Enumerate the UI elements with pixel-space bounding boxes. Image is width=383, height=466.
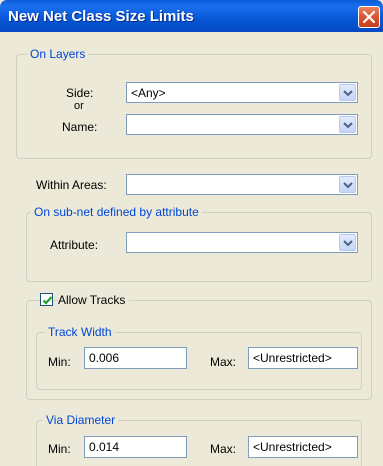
track-min-value: 0.006 [89, 351, 120, 365]
attribute-label: Attribute: [50, 238, 99, 252]
chevron-down-icon [343, 182, 353, 189]
side-dropdown-button[interactable] [339, 84, 356, 101]
side-select-value: <Any> [131, 86, 166, 100]
dialog-body: On Layers Side: or Name: <Any> Within Ar… [0, 32, 383, 466]
title-bar: New Net Class Size Limits [0, 0, 383, 32]
track-max-label: Max: [210, 355, 237, 369]
track-max-value: <Unrestricted> [253, 351, 332, 365]
on-layers-title: On Layers [27, 47, 89, 61]
track-width-title: Track Width [45, 325, 115, 339]
side-label: Side: [66, 86, 94, 100]
via-max-label: Max: [210, 442, 237, 456]
name-select[interactable] [126, 114, 358, 135]
chevron-down-icon [343, 90, 353, 97]
track-min-label: Min: [48, 355, 71, 369]
via-max-value: <Unrestricted> [253, 440, 332, 454]
allow-tracks-checkbox[interactable] [40, 293, 53, 306]
via-max-input[interactable]: <Unrestricted> [248, 436, 358, 458]
within-areas-dropdown-button[interactable] [339, 176, 356, 193]
via-min-value: 0.014 [89, 440, 120, 454]
track-min-input[interactable]: 0.006 [84, 347, 187, 369]
window-title: New Net Class Size Limits [8, 8, 194, 25]
close-button[interactable] [358, 6, 380, 28]
name-label: Name: [62, 120, 98, 134]
attribute-select[interactable] [126, 232, 358, 253]
via-min-input[interactable]: 0.014 [84, 436, 187, 458]
sub-net-title: On sub-net defined by attribute [31, 205, 202, 219]
within-areas-label: Within Areas: [36, 178, 107, 192]
chevron-down-icon [343, 240, 353, 247]
via-min-label: Min: [48, 442, 71, 456]
attribute-dropdown-button[interactable] [339, 234, 356, 251]
via-diameter-title: Via Diameter [43, 413, 119, 427]
on-layers-group: On Layers [16, 47, 372, 159]
side-select[interactable]: <Any> [126, 82, 358, 103]
chevron-down-icon [343, 122, 353, 129]
or-label: or [74, 100, 84, 112]
allow-tracks-label[interactable]: Allow Tracks [58, 293, 130, 307]
checkmark-icon [42, 296, 53, 305]
within-areas-select[interactable] [126, 174, 358, 195]
track-max-input[interactable]: <Unrestricted> [248, 347, 358, 369]
close-icon [363, 11, 375, 23]
name-dropdown-button[interactable] [339, 116, 356, 133]
